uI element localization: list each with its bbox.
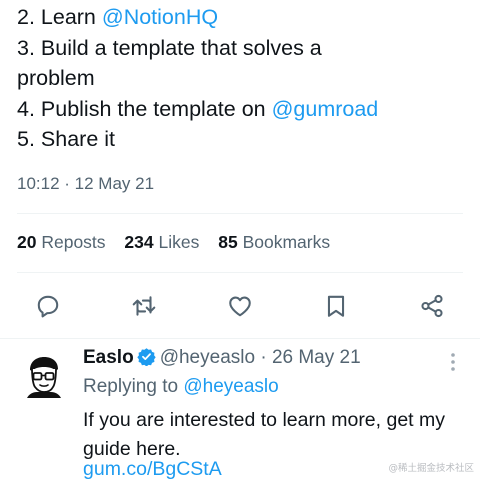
reply-date-separator: ·: [260, 347, 267, 368]
tweet-text-segment: problem: [17, 66, 95, 90]
reply-author-name[interactable]: Easlo: [83, 347, 134, 368]
verified-badge-icon: [137, 348, 156, 366]
replying-handle[interactable]: @heyeaslo: [183, 376, 278, 397]
mention-link[interactable]: @gumroad: [272, 97, 379, 121]
reply-icon: [37, 295, 59, 318]
tweet-line: 5. Share it: [17, 124, 467, 155]
reply-button[interactable]: [28, 286, 68, 326]
share-icon: [421, 294, 443, 318]
likes-count: 234: [124, 232, 154, 252]
replying-to: Replying to @heyeaslo: [83, 376, 279, 398]
watermark: @稀土掘金技术社区: [388, 463, 474, 474]
tweet-text-segment: 3. Build a template that solves a: [17, 35, 322, 60]
tweet-text-segment: 2. Learn: [17, 5, 102, 29]
reposts-stat[interactable]: 20 Reposts: [17, 232, 106, 253]
tweet-actions: [0, 286, 480, 326]
repost-button[interactable]: [124, 286, 164, 326]
reposts-label: Reposts: [41, 232, 106, 252]
tweet-line: 3. Build a template that solves a: [17, 33, 467, 64]
tweet-stats: 20 Reposts 234 Likes 85 Bookmarks: [17, 232, 344, 253]
like-icon: [229, 296, 251, 317]
tweet-line: 4. Publish the template on @gumroad: [17, 94, 467, 125]
tweet-text-segment: 5. Share it: [17, 127, 115, 151]
more-vertical-icon[interactable]: [441, 350, 465, 374]
likes-stat[interactable]: 234 Likes: [124, 232, 199, 253]
reposts-count: 20: [17, 232, 37, 252]
reply-link[interactable]: gum.co/BgCStA: [83, 458, 222, 481]
bookmark-button[interactable]: [316, 286, 356, 326]
reply-author-handle[interactable]: @heyeaslo: [160, 347, 255, 368]
reply-header: Easlo @heyeaslo · 26 May 21: [83, 347, 361, 369]
tweet-line: problem: [17, 63, 467, 94]
divider: [17, 213, 463, 214]
bookmarks-label: Bookmarks: [242, 232, 331, 252]
bookmarks-stat[interactable]: 85 Bookmarks: [218, 232, 330, 253]
bookmark-icon: [327, 295, 345, 317]
replying-prefix: Replying to: [83, 376, 179, 397]
bookmarks-count: 85: [218, 232, 238, 252]
tweet-line: 2. Learn @NotionHQ: [17, 2, 467, 33]
section-divider: [0, 338, 480, 339]
divider: [17, 272, 463, 273]
tweet-body: 2. Learn @NotionHQ 3. Build a template th…: [17, 2, 467, 155]
tweet-text-segment: 4. Publish the template on: [17, 96, 272, 121]
likes-label: Likes: [158, 232, 200, 252]
reply-date[interactable]: 26 May 21: [272, 347, 361, 368]
avatar[interactable]: [22, 354, 66, 398]
repost-icon: [132, 296, 156, 316]
tweet-timestamp[interactable]: 10:12 · 12 May 21: [17, 174, 154, 194]
share-button[interactable]: [412, 286, 452, 326]
like-button[interactable]: [220, 286, 260, 326]
mention-link[interactable]: @NotionHQ: [102, 5, 218, 29]
reply-text: If you are interested to learn more, get…: [83, 409, 446, 460]
